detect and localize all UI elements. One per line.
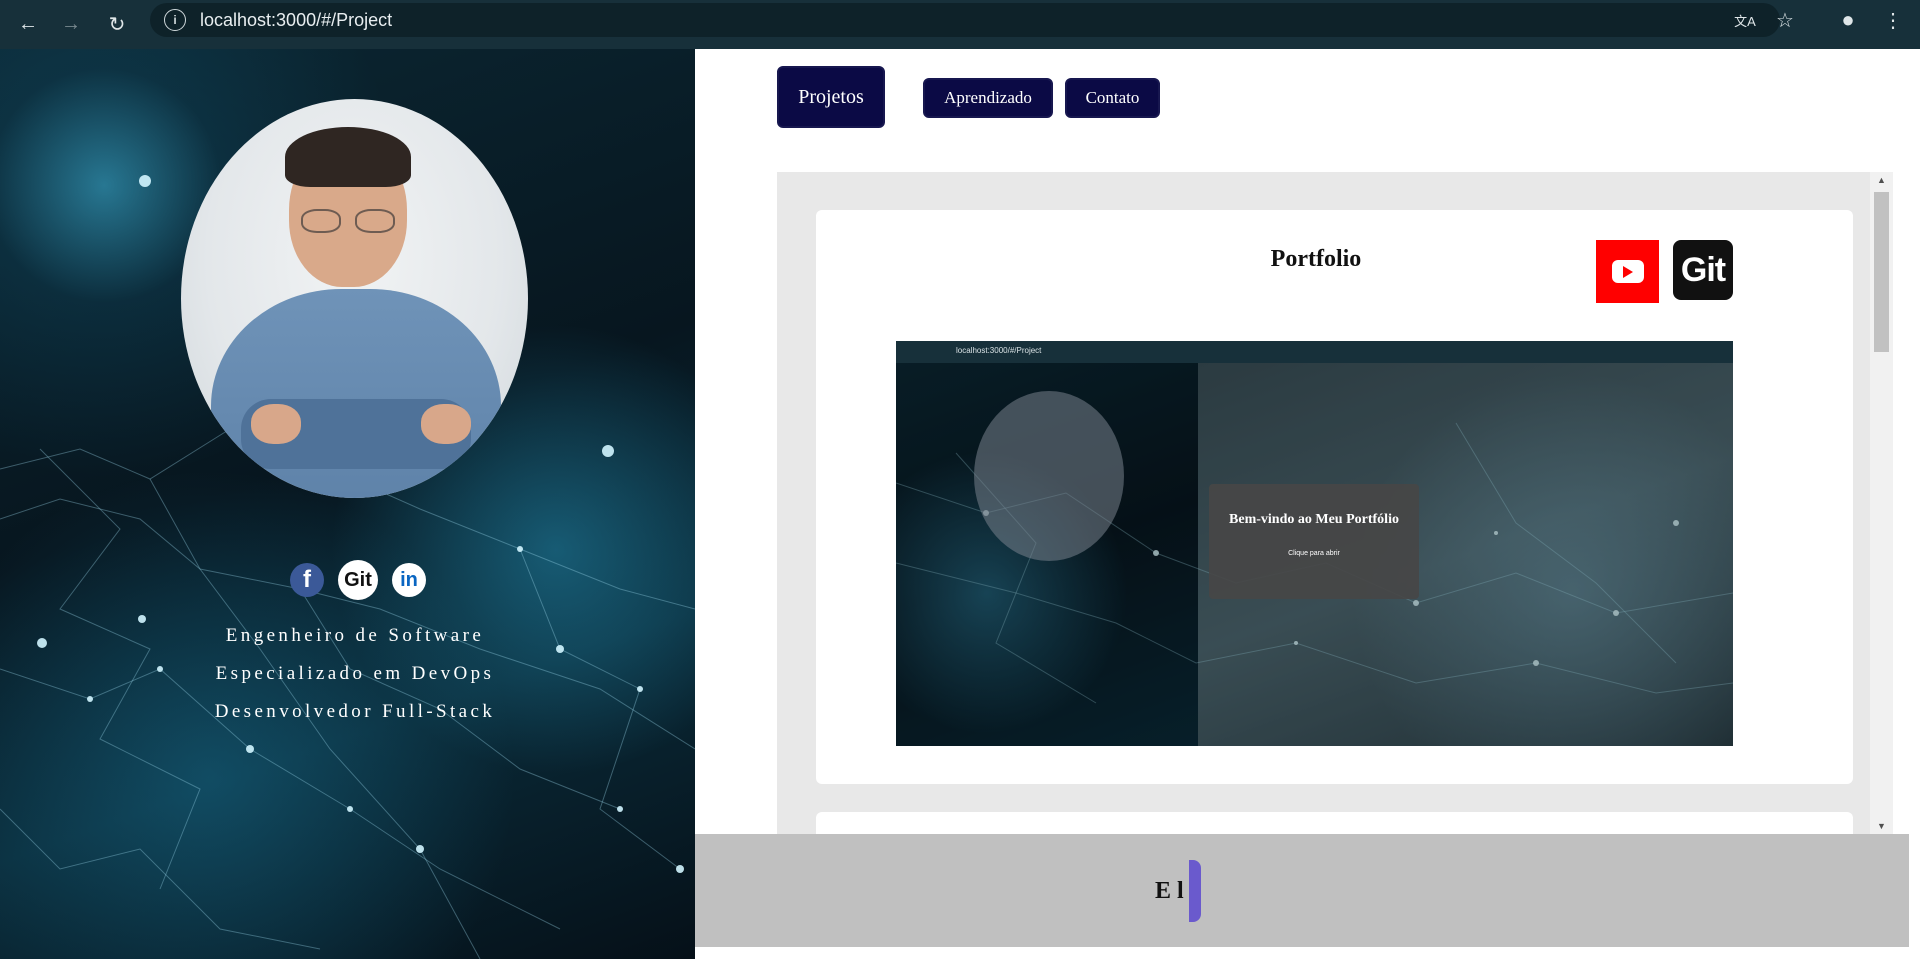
bookmark-star-icon[interactable]: ☆ [1770, 5, 1800, 35]
reload-icon[interactable]: ↻ [99, 0, 135, 49]
contato-button[interactable]: Contato [1065, 78, 1160, 118]
project-title: Portfolio [1270, 246, 1362, 272]
browser-toolbar: ← → ↻ i localhost:3000/#/Project 文A ☆ ● … [0, 0, 1920, 49]
scroll-down-icon[interactable]: ▼ [1870, 818, 1893, 834]
preview-welcome-title: Bem-vindo ao Meu Portfólio [1229, 512, 1399, 527]
linkedin-icon[interactable]: in [392, 563, 426, 597]
role-item: Engenheiro de Software [225, 625, 485, 646]
site-info-icon[interactable]: i [164, 9, 186, 31]
address-bar[interactable]: i localhost:3000/#/Project [150, 3, 1780, 37]
translate-icon[interactable]: 文A [1730, 5, 1760, 35]
projects-scrollbar[interactable]: ▲ ▼ [1870, 172, 1893, 834]
projects-list[interactable]: Portfolio Git localhost:3000/#/Project B… [777, 172, 1893, 834]
typing-footer: E l [695, 834, 1909, 947]
role-item: Desenvolvedor Full-Stack [214, 701, 496, 722]
youtube-icon[interactable] [1596, 240, 1659, 303]
preview-url: localhost:3000/#/Project [956, 346, 1042, 355]
back-icon[interactable]: ← [10, 0, 46, 49]
role-item: Especializado em DevOps [215, 663, 495, 684]
projetos-button[interactable]: Projetos [777, 66, 885, 128]
project-preview-image[interactable]: localhost:3000/#/Project Bem-vindo ao Me… [896, 341, 1733, 746]
project-card [816, 812, 1853, 834]
facebook-icon[interactable]: f [290, 563, 324, 597]
scrollbar-thumb[interactable] [1874, 192, 1889, 352]
scroll-up-icon[interactable]: ▲ [1870, 172, 1893, 188]
aprendizado-button[interactable]: Aprendizado [923, 78, 1053, 118]
project-card: Portfolio Git localhost:3000/#/Project B… [816, 210, 1853, 784]
git-icon[interactable]: Git [338, 560, 378, 600]
preview-welcome-card: Bem-vindo ao Meu Portfólio Clique para a… [1209, 484, 1419, 599]
avatar [181, 99, 528, 498]
profile-panel: f Git in Engenheiro de Software Especial… [0, 49, 695, 959]
typed-text: E l [1155, 878, 1184, 904]
typing-cursor [1189, 860, 1201, 922]
role-list: Engenheiro de Software Especializado em … [200, 625, 510, 739]
profile-icon[interactable]: ● [1833, 5, 1863, 35]
preview-welcome-cta: Clique para abrir [1288, 550, 1340, 557]
menu-icon[interactable]: ⋮ [1878, 5, 1908, 35]
social-links: f Git in [290, 560, 426, 600]
address-url[interactable]: localhost:3000/#/Project [200, 10, 392, 31]
forward-icon[interactable]: → [53, 0, 89, 49]
git-repo-icon[interactable]: Git [1673, 240, 1733, 300]
